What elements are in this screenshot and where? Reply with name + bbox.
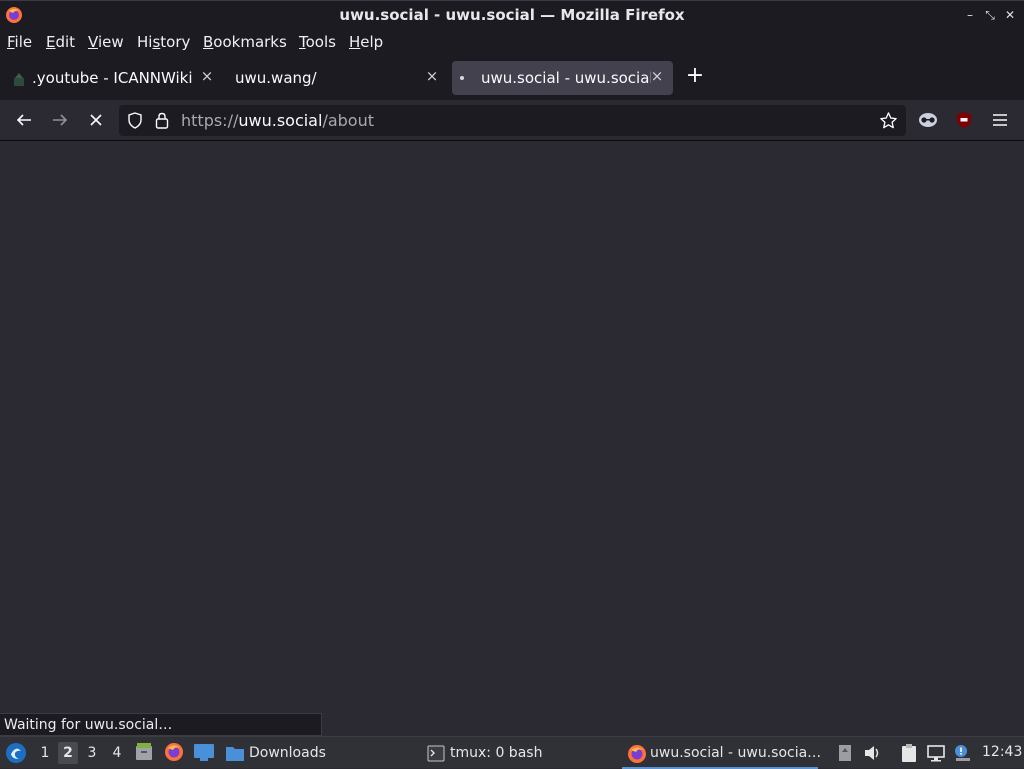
url-bar[interactable]: https://uwu.social/about <box>119 105 906 136</box>
window-title: uwu.social - uwu.social — Mozilla Firefo… <box>339 6 685 24</box>
arrow-left-icon <box>16 114 31 126</box>
url-path: /about <box>322 111 374 130</box>
lock-icon[interactable] <box>155 112 169 129</box>
extension-button[interactable] <box>915 107 941 133</box>
stop-button[interactable] <box>83 107 109 133</box>
task-firefox[interactable]: uwu.social - uwu.socia… <box>622 740 822 769</box>
task-label: uwu.social - uwu.socia… <box>650 745 822 761</box>
firefox-icon <box>628 745 646 763</box>
icannwiki-favicon-icon <box>14 73 24 86</box>
ublock-origin-icon <box>957 112 971 128</box>
close-tab-icon[interactable]: × <box>649 68 665 84</box>
tab-uwu-wang[interactable]: uwu.wang/ × <box>224 61 448 95</box>
status-panel: Waiting for uwu.social… <box>0 713 322 736</box>
menu-edit[interactable]: Edit <box>46 33 75 51</box>
page-content-area[interactable] <box>0 141 1024 736</box>
firefox-launcher-icon[interactable] <box>164 742 184 762</box>
tab-label: uwu.wang/ <box>235 69 317 87</box>
menu-tools[interactable]: Tools <box>299 33 336 51</box>
workspace-3[interactable]: 3 <box>82 742 102 764</box>
maximize-button[interactable]: ⤡ <box>982 7 998 23</box>
bookmark-star-icon[interactable] <box>879 111 898 130</box>
tab-icannwiki[interactable]: .youtube - ICANNWiki × <box>4 61 222 95</box>
forward-button[interactable] <box>47 107 73 133</box>
close-tab-icon[interactable]: × <box>199 68 215 84</box>
menu-help[interactable]: Help <box>349 33 383 51</box>
window-titlebar[interactable]: uwu.social - uwu.social — Mozilla Firefo… <box>0 0 1024 29</box>
volume-icon[interactable] <box>862 743 882 763</box>
url-host: uwu.social <box>238 111 323 130</box>
terminal-icon <box>427 745 445 762</box>
url-text[interactable]: https://uwu.social/about <box>181 111 374 130</box>
stop-x-icon <box>90 114 102 126</box>
tracking-protection-shield-icon[interactable] <box>127 112 143 129</box>
notification-icon[interactable] <box>952 743 972 763</box>
tab-label: .youtube - ICANNWiki <box>32 69 192 87</box>
network-icon[interactable] <box>926 743 946 763</box>
menu-bookmarks[interactable]: Bookmarks <box>203 33 287 51</box>
workspace-1[interactable]: 1 <box>35 742 55 764</box>
clipboard-icon[interactable] <box>899 743 919 763</box>
tray-updates-icon[interactable] <box>835 743 855 763</box>
desktop-launcher-icon[interactable] <box>193 742 215 762</box>
start-menu-icon[interactable] <box>5 742 27 764</box>
task-label: Downloads <box>249 745 326 761</box>
task-downloads[interactable]: Downloads <box>225 740 326 767</box>
workspace-2[interactable]: 2 <box>58 742 78 764</box>
close-window-button[interactable]: ✕ <box>1002 7 1018 23</box>
tab-uwu-social[interactable]: uwu.social - uwu.social × <box>452 61 673 95</box>
task-label: tmux: 0 bash <box>450 745 543 761</box>
navigation-toolbar: https://uwu.social/about <box>0 100 1024 141</box>
ublock-origin-button[interactable] <box>951 107 977 133</box>
minimize-button[interactable]: – <box>962 7 978 23</box>
menu-history[interactable]: History <box>137 33 190 51</box>
loading-indicator-icon <box>460 76 464 80</box>
tab-label: uwu.social - uwu.social <box>481 69 651 87</box>
taskbar: 1 2 3 4 Downloads tmux: 0 bash uwu.socia… <box>0 736 1024 769</box>
close-tab-icon[interactable]: × <box>424 68 440 84</box>
file-cabinet-launcher-icon[interactable] <box>134 742 154 762</box>
menu-view[interactable]: View <box>88 33 124 51</box>
arrow-right-icon <box>53 114 68 126</box>
clock[interactable]: 12:43 <box>982 744 1022 760</box>
privacy-badger-icon <box>919 113 937 127</box>
back-button[interactable] <box>11 107 37 133</box>
menu-bar: File Edit View History Bookmarks Tools H… <box>0 29 1024 56</box>
workspace-4[interactable]: 4 <box>107 742 127 764</box>
url-scheme: https:// <box>181 111 239 130</box>
folder-icon <box>226 747 244 761</box>
menu-file[interactable]: File <box>7 33 32 51</box>
task-tmux[interactable]: tmux: 0 bash <box>427 740 542 767</box>
tab-bar: .youtube - ICANNWiki × uwu.wang/ × uwu.s… <box>0 56 1024 100</box>
hamburger-menu-icon <box>993 114 1007 126</box>
app-menu-button[interactable] <box>987 107 1013 133</box>
new-tab-button[interactable]: + <box>684 65 706 88</box>
